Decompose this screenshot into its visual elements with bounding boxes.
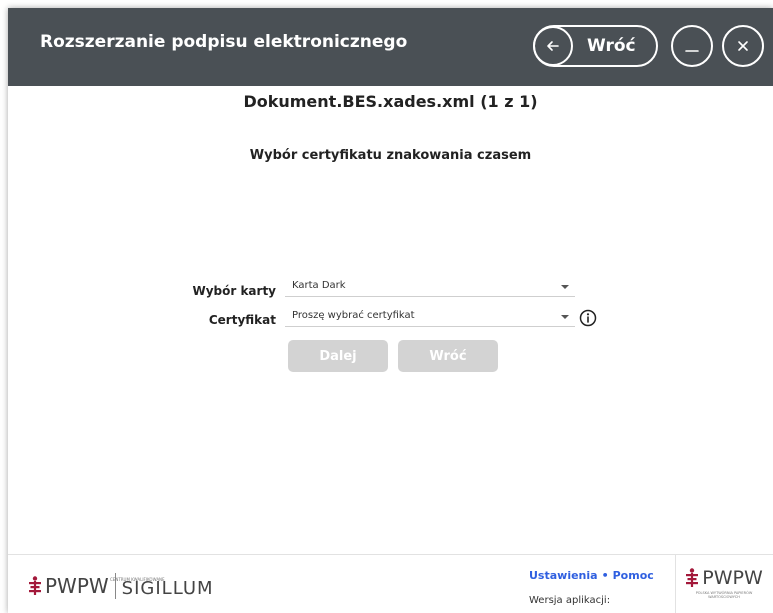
minimize-button[interactable] bbox=[671, 25, 713, 67]
card-label: Wybór karty bbox=[192, 284, 276, 298]
card-select-value: Karta Dark bbox=[292, 280, 346, 291]
footer-links: Ustawienia • Pomoc bbox=[529, 569, 654, 582]
close-button[interactable] bbox=[722, 25, 764, 67]
header-back-button[interactable]: Wróć bbox=[533, 25, 658, 67]
chevron-down-icon bbox=[561, 285, 569, 289]
document-title: Dokument.BES.xades.xml (1 z 1) bbox=[243, 92, 538, 111]
section-title: Wybór certyfikatu znakowania czasem bbox=[249, 148, 532, 163]
next-button[interactable]: Dalej bbox=[288, 340, 388, 372]
logo-pwpw-text: PWPW bbox=[45, 574, 109, 598]
help-link[interactable]: Pomoc bbox=[613, 569, 654, 582]
card-select[interactable]: Karta Dark bbox=[285, 277, 575, 297]
logo-pwpw-right-text: PWPW bbox=[702, 567, 763, 589]
logo-pwpw-caption: POLSKA WYTWÓRNIA PAPIERÓW WARTOŚCIOWYCH bbox=[695, 591, 753, 599]
link-separator: • bbox=[601, 569, 609, 582]
certificate-label: Certyfikat bbox=[208, 313, 276, 327]
header-back-label: Wróć bbox=[587, 36, 636, 56]
logo-sigillum-caption: CENTRUM KWALIFIKOWANE bbox=[110, 577, 165, 582]
arrow-left-icon bbox=[533, 26, 573, 66]
minimize-icon bbox=[685, 50, 699, 52]
certificate-select[interactable]: Proszę wybrać certyfikat bbox=[285, 307, 575, 327]
settings-link[interactable]: Ustawienia bbox=[529, 569, 598, 582]
footer-divider bbox=[675, 555, 676, 613]
certificate-select-placeholder: Proszę wybrać certyfikat bbox=[292, 310, 415, 321]
pwpw-emblem-icon bbox=[29, 576, 41, 595]
close-icon bbox=[738, 41, 748, 51]
app-version: Wersja aplikacji: bbox=[529, 595, 611, 606]
footer: PWPW SIGILLUM CENTRUM KWALIFIKOWANE Usta… bbox=[8, 554, 773, 613]
window-title: Rozszerzanie podpisu elektronicznego bbox=[40, 32, 408, 52]
back-button[interactable]: Wróć bbox=[398, 340, 498, 372]
app-window: Rozszerzanie podpisu elektronicznego Wró… bbox=[8, 8, 773, 613]
pwpw-logo: PWPW POLSKA WYTWÓRNIA PAPIERÓW WARTOŚCIO… bbox=[682, 567, 766, 599]
pwpw-emblem-icon bbox=[686, 568, 699, 587]
info-icon[interactable] bbox=[579, 309, 597, 327]
pwpw-sigillum-logo: PWPW SIGILLUM bbox=[28, 571, 214, 601]
chevron-down-icon bbox=[561, 315, 569, 319]
title-bar: Rozszerzanie podpisu elektronicznego Wró… bbox=[8, 8, 773, 86]
